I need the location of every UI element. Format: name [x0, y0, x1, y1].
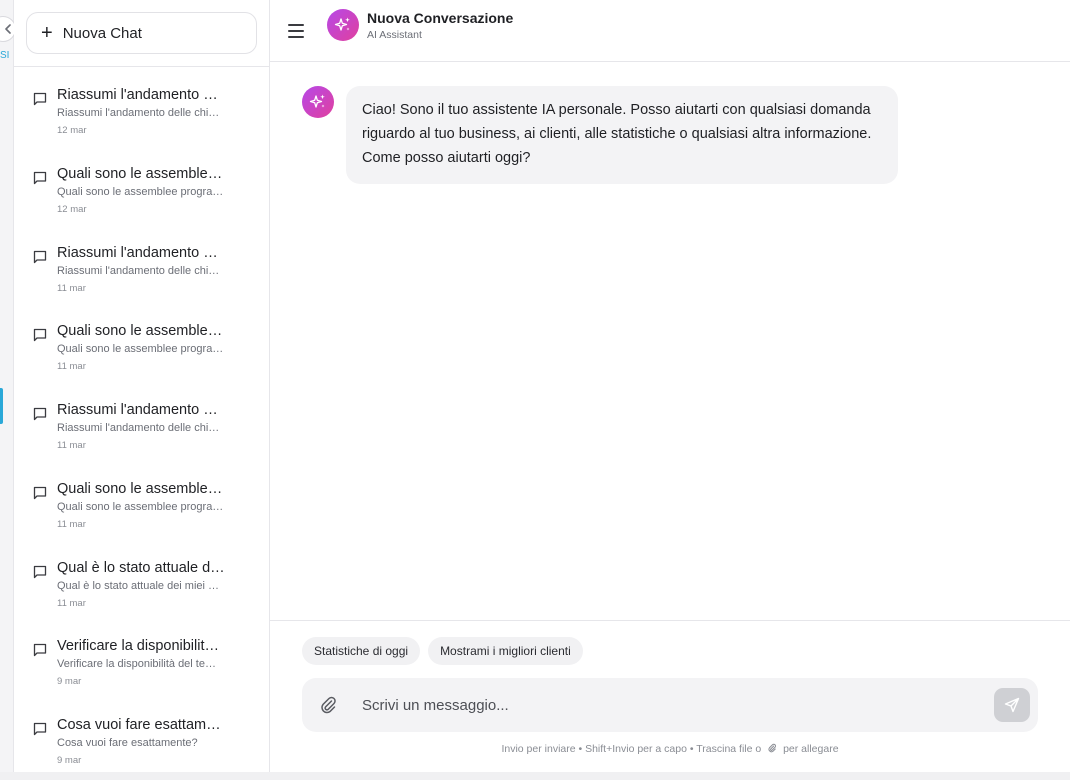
chat-item-body: Riassumi l'andamento d… Riassumi l'andam…	[57, 245, 225, 312]
chat-list-item[interactable]: Quali sono le assemblee… Quali sono le a…	[14, 154, 269, 233]
chat-item-body: Qual è lo stato attuale d… Qual è lo sta…	[57, 560, 225, 627]
chat-history-sidebar: + Nuova Chat Riassumi l'andamento d… Ria…	[14, 0, 270, 772]
new-chat-label: Nuova Chat	[62, 24, 142, 42]
message-bubble: Ciao! Sono il tuo assistente IA personal…	[346, 86, 898, 184]
header-text: Nuova Conversazione AI Assistant	[367, 10, 513, 41]
send-icon	[1004, 697, 1020, 713]
chat-item-preview: Riassumi l'andamento delle chi…	[57, 107, 220, 119]
conversation-panel: Nuova Conversazione AI Assistant Ciao! S…	[270, 0, 1070, 772]
chat-item-body: Riassumi l'andamento d… Riassumi l'andam…	[57, 87, 225, 154]
bottom-scroll-band	[0, 772, 1070, 780]
chat-item-title: Quali sono le assemblee…	[57, 165, 225, 182]
composer: Statistiche di oggi Mostrami i migliori …	[270, 620, 1070, 772]
chat-item-preview: Quali sono le assemblee progra…	[57, 185, 224, 198]
new-chat-section: + Nuova Chat	[14, 0, 269, 67]
paperclip-icon	[768, 743, 777, 753]
conversation-subtitle: AI Assistant	[367, 29, 422, 41]
chat-item-title: Riassumi l'andamento d…	[57, 402, 225, 418]
chat-bubble-icon	[33, 250, 47, 263]
paperclip-icon[interactable]	[318, 695, 338, 715]
chat-item-title: Qual è lo stato attuale d…	[57, 559, 225, 576]
chat-item-preview: Riassumi l'andamento delle chi…	[57, 422, 220, 434]
chat-item-date: 12 mar	[57, 203, 87, 215]
suggestion-chip-top-clients[interactable]: Mostrami i migliori clienti	[428, 637, 583, 665]
send-button[interactable]	[994, 688, 1030, 722]
chat-item-body: Quali sono le assemblee… Quali sono le a…	[57, 481, 225, 548]
chat-bubble-icon	[33, 92, 47, 106]
chat-item-body: Quali sono le assemblee… Quali sono le a…	[57, 166, 225, 233]
chat-bubble-icon	[33, 329, 47, 342]
chat-item-date: 11 mar	[57, 518, 86, 530]
plus-icon: +	[41, 22, 53, 44]
new-chat-button[interactable]: + Nuova Chat	[26, 12, 257, 54]
outer-nav-strip: SI	[0, 0, 16, 772]
chat-item-title: Verificare la disponibilità…	[57, 638, 225, 655]
chat-item-body: Riassumi l'andamento d… Riassumi l'andam…	[57, 402, 225, 469]
chat-list-item[interactable]: Riassumi l'andamento d… Riassumi l'andam…	[14, 390, 269, 469]
assistant-avatar	[302, 86, 334, 118]
chat-list-item[interactable]: Qual è lo stato attuale d… Qual è lo sta…	[14, 548, 269, 627]
menu-button[interactable]	[288, 21, 308, 41]
chat-item-title: Riassumi l'andamento d…	[57, 87, 225, 103]
chat-bubble-icon	[33, 644, 47, 657]
chat-list-item[interactable]: Riassumi l'andamento d… Riassumi l'andam…	[14, 75, 269, 154]
chat-item-title: Quali sono le assemblee…	[57, 323, 225, 340]
chat-item-body: Verificare la disponibilità… Verificare …	[57, 638, 225, 705]
chat-item-preview: Quali sono le assemblee progra…	[57, 343, 224, 356]
active-nav-indicator	[0, 388, 3, 424]
sparkles-icon	[334, 17, 350, 31]
chat-item-date: 12 mar	[57, 125, 87, 136]
chat-item-preview: Cosa vuoi fare esattamente?	[57, 737, 198, 749]
conversation-header: Nuova Conversazione AI Assistant	[270, 0, 1070, 62]
chat-item-title: Riassumi l'andamento d…	[57, 244, 225, 261]
assistant-avatar	[327, 8, 359, 41]
chat-bubble-icon	[33, 407, 47, 421]
chat-item-date: 11 mar	[57, 282, 86, 294]
chat-bubble-icon	[33, 171, 47, 184]
composer-hint: Invio per inviare • Shift+Invio per a ca…	[270, 743, 1070, 755]
chevron-left-icon	[5, 24, 11, 34]
sparkles-icon	[309, 94, 325, 108]
chat-item-date: 11 mar	[57, 440, 86, 451]
menu-line	[288, 23, 304, 26]
chat-list-item[interactable]: Verificare la disponibilità… Verificare …	[14, 626, 269, 705]
chat-item-title: Quali sono le assemblee…	[57, 480, 225, 497]
chat-list-item[interactable]: Cosa vuoi fare esattame… Cosa vuoi fare …	[14, 705, 269, 780]
chat-list-item[interactable]: Quali sono le assemblee… Quali sono le a…	[14, 469, 269, 548]
outer-nav-label: SI	[0, 50, 10, 61]
menu-line	[288, 29, 304, 32]
chat-bubble-icon	[33, 722, 47, 736]
chat-item-date: 9 mar	[57, 755, 82, 766]
suggestion-chips: Statistiche di oggi Mostrami i migliori …	[302, 637, 583, 665]
hint-suffix: per allegare	[783, 743, 839, 755]
message-list: Ciao! Sono il tuo assistente IA personal…	[270, 62, 1070, 620]
chat-item-date: 11 mar	[57, 361, 86, 373]
chat-item-date: 9 mar	[57, 676, 82, 688]
message-input[interactable]	[362, 696, 962, 714]
hint-prefix: Invio per inviare • Shift+Invio per a ca…	[501, 743, 762, 755]
menu-line	[288, 35, 304, 38]
assistant-message: Ciao! Sono il tuo assistente IA personal…	[302, 86, 898, 184]
chat-item-preview: Verificare la disponibilità del te…	[57, 658, 216, 671]
chat-bubble-icon	[33, 486, 47, 499]
chat-list-item[interactable]: Riassumi l'andamento d… Riassumi l'andam…	[14, 233, 269, 312]
chat-list-item[interactable]: Quali sono le assemblee… Quali sono le a…	[14, 311, 269, 390]
chat-list: Riassumi l'andamento d… Riassumi l'andam…	[14, 67, 269, 780]
chat-item-preview: Qual è lo stato attuale dei miei …	[57, 579, 220, 592]
chat-bubble-icon	[33, 565, 47, 578]
chat-item-title: Cosa vuoi fare esattame…	[57, 717, 225, 733]
chat-item-preview: Quali sono le assemblee progra…	[57, 500, 224, 513]
message-input-box	[302, 678, 1038, 732]
chat-item-body: Cosa vuoi fare esattame… Cosa vuoi fare …	[57, 717, 225, 780]
chat-item-preview: Riassumi l'andamento delle chi…	[57, 264, 220, 277]
chat-item-date: 11 mar	[57, 597, 86, 609]
suggestion-chip-stats[interactable]: Statistiche di oggi	[302, 637, 421, 665]
conversation-title: Nuova Conversazione	[367, 10, 514, 26]
chat-item-body: Quali sono le assemblee… Quali sono le a…	[57, 323, 225, 390]
